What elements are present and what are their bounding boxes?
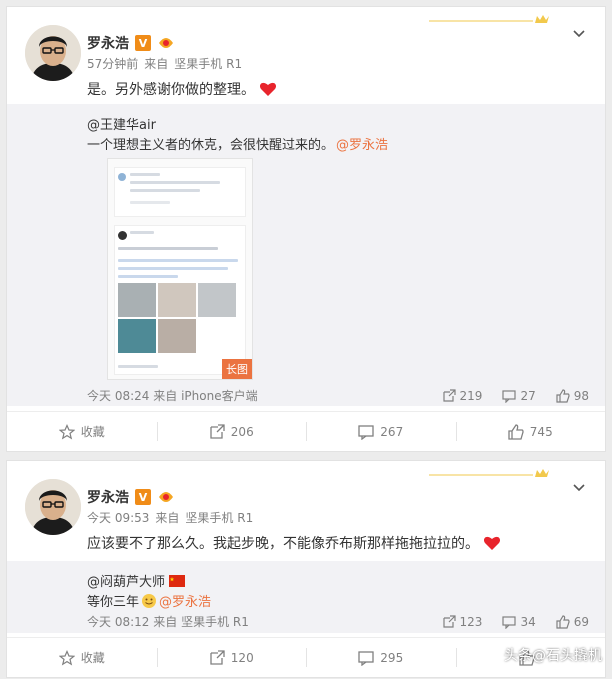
favorite-label: 收藏	[80, 425, 105, 439]
original-text: 等你三年	[87, 595, 140, 610]
weibo-post-card: 罗永浩 V 57分钟前 来自 坚果手机 R1 是。另外感谢你做的整理。 @王建华ai…	[6, 6, 606, 452]
source-prefix: 来自	[144, 57, 169, 71]
star-icon	[58, 423, 75, 439]
comment-count: 295	[380, 650, 404, 665]
repost-button[interactable]: 120	[156, 638, 307, 677]
author-name[interactable]: 罗永浩	[87, 487, 129, 507]
like-count: 745	[529, 424, 553, 439]
repost-count: 123	[459, 614, 483, 629]
original-time[interactable]: 今天 08:24	[87, 389, 149, 403]
comment-button[interactable]: 295	[306, 638, 456, 677]
like-button[interactable]: 745	[455, 412, 606, 451]
decorative-crown-line	[429, 15, 549, 23]
original-repost-button[interactable]: 219	[442, 388, 483, 403]
favorite-label: 收藏	[80, 651, 105, 665]
member-badge-icon[interactable]	[157, 489, 175, 505]
like-count: 69	[573, 614, 589, 629]
source-prefix: 来自	[155, 511, 180, 525]
chevron-down-icon[interactable]	[571, 25, 587, 41]
favorite-button[interactable]: 收藏	[7, 412, 157, 451]
repost-button[interactable]: 206	[156, 412, 307, 451]
heart-icon	[259, 82, 277, 96]
china-flag-icon	[169, 574, 186, 587]
comment-icon	[358, 650, 374, 666]
verified-badge-icon: V	[135, 489, 151, 505]
original-meta: 今天 08:24 来自 iPhone客户端	[87, 387, 442, 404]
original-time[interactable]: 今天 08:12	[87, 615, 149, 629]
original-comment-button[interactable]: 34	[502, 614, 536, 629]
original-like-button[interactable]: 69	[556, 615, 589, 629]
watermark: 头条@石头撬机	[504, 648, 602, 664]
comment-count: 267	[380, 424, 404, 439]
mention-link[interactable]: @罗永浩	[159, 591, 211, 610]
thumbs-up-icon	[556, 614, 570, 629]
post-time[interactable]: 57分钟前	[87, 57, 138, 71]
comment-icon	[502, 389, 517, 403]
verified-badge-icon: V	[135, 35, 151, 51]
reposted-content: @王建华air 一个理想主义者的休克，会很快醒过来的。 @罗永浩 长图 今天 0…	[7, 104, 605, 406]
comment-icon	[502, 615, 517, 629]
comment-button[interactable]: 267	[306, 412, 456, 451]
repost-count: 120	[230, 650, 254, 665]
like-count: 98	[573, 388, 589, 403]
original-comment-button[interactable]: 27	[502, 388, 536, 403]
thumbs-up-icon	[556, 388, 570, 403]
smile-emoji-icon	[142, 593, 157, 608]
long-image-thumbnail[interactable]: 长图	[107, 158, 253, 380]
original-like-button[interactable]: 98	[556, 389, 589, 403]
source-prefix: 来自	[153, 389, 178, 403]
action-bar: 收藏 206 267 745	[7, 411, 605, 451]
post-time[interactable]: 今天 09:53	[87, 511, 149, 525]
post-source[interactable]: 坚果手机 R1	[185, 511, 253, 525]
reposted-content: @闷葫芦大师 等你三年 @罗永浩 今天 08:12 来自 坚果手机 R1 123…	[7, 561, 605, 633]
star-icon	[58, 649, 75, 665]
repost-icon	[442, 388, 456, 402]
decorative-crown-line	[429, 469, 549, 477]
repost-count: 206	[230, 424, 254, 439]
repost-count: 219	[459, 388, 483, 403]
chevron-down-icon[interactable]	[571, 479, 587, 495]
mention-link[interactable]: @罗永浩	[336, 134, 388, 153]
repost-icon	[210, 423, 225, 439]
heart-icon	[483, 536, 501, 550]
thumbs-up-icon	[508, 423, 524, 440]
member-badge-icon[interactable]	[157, 35, 175, 51]
post-text: 应该要不了那么久。我起步晚，不能像乔布斯那样拖拖拉拉的。	[87, 536, 479, 552]
author-name[interactable]: 罗永浩	[87, 33, 129, 53]
original-meta: 今天 08:12 来自 坚果手机 R1	[87, 613, 442, 630]
comment-count: 34	[520, 614, 536, 629]
comment-icon	[358, 424, 374, 440]
post-meta: 57分钟前 来自 坚果手机 R1	[87, 55, 248, 72]
original-source[interactable]: 坚果手机 R1	[181, 615, 249, 629]
avatar[interactable]	[25, 25, 81, 81]
avatar[interactable]	[25, 479, 81, 535]
long-image-tag: 长图	[222, 359, 252, 379]
source-prefix: 来自	[153, 615, 178, 629]
repost-icon	[442, 614, 456, 628]
repost-icon	[210, 649, 225, 665]
original-source[interactable]: iPhone客户端	[181, 389, 258, 403]
original-text: 一个理想主义者的休克，会很快醒过来的。	[87, 138, 335, 153]
post-meta: 今天 09:53 来自 坚果手机 R1	[87, 509, 259, 526]
original-author[interactable]: @闷葫芦大师	[87, 571, 165, 590]
post-text: 是。另外感谢你做的整理。	[87, 82, 255, 98]
comment-count: 27	[520, 388, 536, 403]
favorite-button[interactable]: 收藏	[7, 638, 157, 677]
original-repost-button[interactable]: 123	[442, 614, 483, 629]
post-source[interactable]: 坚果手机 R1	[174, 57, 242, 71]
original-author[interactable]: @王建华air	[87, 114, 156, 133]
